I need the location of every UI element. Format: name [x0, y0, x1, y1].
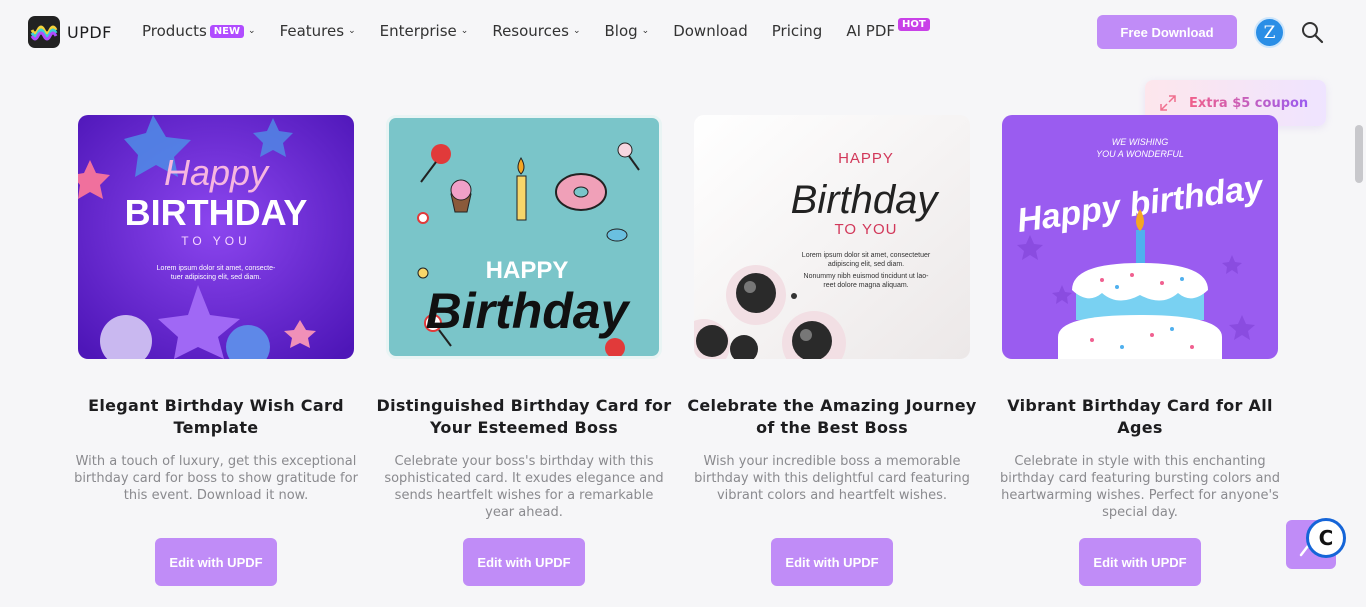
card-art-text: adipiscing elit, sed diam. — [828, 261, 904, 268]
nav-item-blog[interactable]: Blog ⌄ — [604, 22, 649, 40]
card-thumbnail[interactable]: HAPPY Birthday TO YOU Lorem ipsum dolor … — [694, 115, 970, 359]
card-title: Vibrant Birthday Card for All Ages — [1007, 396, 1273, 437]
edit-with-updf-button[interactable]: Edit with UPDF — [463, 538, 585, 586]
chevron-down-icon: ⌄ — [248, 26, 256, 36]
card-art-text: TO YOU — [835, 221, 898, 238]
nav-item-resources[interactable]: Resources ⌄ — [492, 22, 580, 40]
assistant-logo-icon[interactable]: C — [1306, 518, 1346, 558]
nav-item-pricing[interactable]: Pricing — [772, 22, 823, 40]
top-nav: UPDF Products NEW ⌄ Features ⌄ Enterpris… — [0, 0, 1366, 64]
card-description: Celebrate in style with this enchanting … — [1000, 454, 1280, 520]
edit-with-updf-button[interactable]: Edit with UPDF — [1079, 538, 1201, 586]
card-art-text: TO YOU — [181, 234, 251, 248]
card-thumbnail[interactable]: WE WISHING YOU A WONDERFUL Happy birthda… — [1002, 115, 1278, 359]
chevron-down-icon: ⌄ — [572, 26, 581, 36]
coupon-label: Extra $5 coupon — [1189, 95, 1309, 111]
nav-item-ai-pdf[interactable]: AI PDF HOT — [846, 17, 930, 40]
card-art-text: YOU A WONDERFUL — [1096, 149, 1184, 159]
nav-label: Enterprise — [379, 22, 457, 40]
nav-label: Products — [142, 22, 207, 40]
nav-label: Resources — [492, 22, 569, 40]
card-art-text: Lorem ipsum dolor sit amet, consecte- — [157, 265, 276, 272]
nav-label: Pricing — [771, 22, 823, 40]
template-card: HAPPY Birthday Distinguished Birthday Ca… — [377, 115, 671, 586]
card-description: Wish your incredible boss a memorable bi… — [694, 454, 970, 503]
nav-label: Download — [673, 22, 748, 40]
card-title: Celebrate the Amazing Journey of the Bes… — [687, 396, 977, 437]
card-art-text: WE WISHING — [1112, 137, 1169, 147]
nav-label: Features — [279, 22, 345, 40]
card-art-text: tuer adipiscing elit, sed diam. — [171, 274, 261, 281]
card-art-text: HAPPY — [838, 150, 894, 167]
card-art-text: Birthday — [426, 283, 631, 339]
brand-name: UPDF — [67, 22, 112, 42]
card-description: Celebrate your boss's birthday with this… — [384, 454, 664, 520]
template-card: Happy BIRTHDAY TO YOU Lorem ipsum dolor … — [74, 115, 358, 586]
card-thumbnail[interactable]: HAPPY Birthday — [386, 115, 662, 359]
chevron-down-icon: ⌄ — [460, 26, 469, 36]
edit-with-updf-button[interactable]: Edit with UPDF — [155, 538, 277, 586]
nav-item-features[interactable]: Features ⌄ — [280, 22, 356, 40]
logo-icon — [28, 16, 60, 48]
chevron-down-icon: ⌄ — [641, 26, 650, 36]
brand-logo[interactable]: UPDF — [28, 16, 112, 48]
nav-item-enterprise[interactable]: Enterprise ⌄ — [380, 22, 469, 40]
nav-label: AI PDF — [846, 22, 896, 40]
hot-badge: HOT — [898, 17, 930, 31]
template-card: HAPPY Birthday TO YOU Lorem ipsum dolor … — [687, 115, 976, 586]
chevron-down-icon: ⌄ — [348, 26, 356, 36]
card-art-text: Birthday — [791, 178, 941, 222]
edit-with-updf-button[interactable]: Edit with UPDF — [771, 538, 893, 586]
nav-item-products[interactable]: Products NEW ⌄ — [142, 22, 256, 40]
card-thumbnail[interactable]: Happy BIRTHDAY TO YOU Lorem ipsum dolor … — [78, 115, 354, 359]
nav-label: Blog — [604, 22, 638, 40]
card-title: Distinguished Birthday Card for Your Est… — [376, 396, 672, 437]
card-title: Elegant Birthday Wish Card Template — [88, 396, 344, 437]
card-art-text: Happy — [164, 152, 270, 193]
card-art-text: HAPPY — [486, 257, 569, 284]
card-art-text: Lorem ipsum dolor sit amet, consectetuer — [802, 252, 931, 259]
expand-icon — [1160, 95, 1176, 111]
card-art-text: Nonummy nibh euismod tincidunt ut lao- — [804, 273, 930, 280]
card-art-text: reet dolore magna aliquam. — [823, 282, 908, 289]
card-description: With a touch of luxury, get this excepti… — [74, 454, 358, 503]
card-art-text: BIRTHDAY — [125, 192, 308, 233]
template-card: WE WISHING YOU A WONDERFUL Happy birthda… — [1000, 115, 1280, 586]
main-menu: Products NEW ⌄ Features ⌄ Enterprise ⌄ R… — [142, 17, 954, 40]
scrollbar-thumb[interactable] — [1355, 125, 1363, 183]
new-badge: NEW — [209, 24, 245, 38]
user-avatar[interactable]: Z — [1254, 17, 1285, 48]
nav-item-download[interactable]: Download — [673, 22, 748, 40]
search-icon[interactable] — [1300, 20, 1324, 44]
free-download-button[interactable]: Free Download — [1097, 15, 1237, 49]
